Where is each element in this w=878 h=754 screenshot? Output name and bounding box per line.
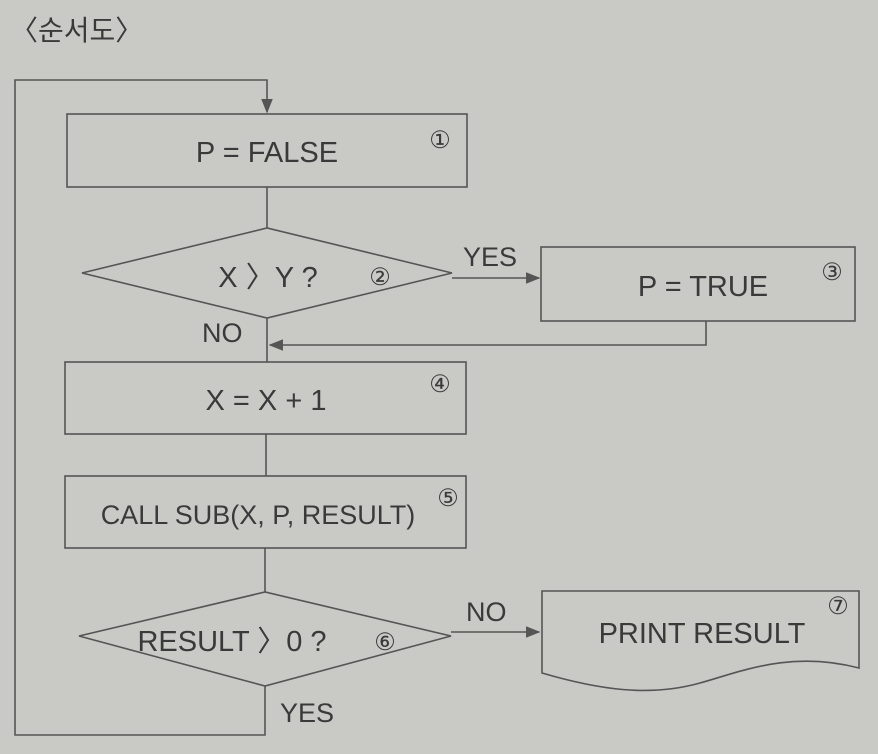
step-number: ⑥ bbox=[374, 629, 396, 656]
edge-label-no: NO bbox=[466, 597, 507, 627]
step-number: ⑤ bbox=[437, 485, 459, 512]
decision-x-gt-y: X 〉Y ? ② bbox=[81, 227, 453, 319]
edge-label-no: NO bbox=[202, 318, 243, 348]
flowchart-canvas: 〈순서도〉 P = FALSE ① X 〉Y ? ② P = TRUE ③ X … bbox=[10, 15, 860, 736]
step-number: ② bbox=[369, 264, 391, 291]
step-number: ③ bbox=[821, 259, 843, 286]
document-print-result: PRINT RESULT ⑦ bbox=[541, 590, 860, 692]
node-label: P = TRUE bbox=[638, 271, 768, 303]
node-label: CALL SUB(X, P, RESULT) bbox=[101, 500, 416, 530]
node-label: P = FALSE bbox=[196, 137, 338, 169]
node-label: RESULT 〉0 ? bbox=[137, 626, 326, 658]
process-call-sub: CALL SUB(X, P, RESULT) ⑤ bbox=[64, 475, 467, 549]
flowchart: 〈순서도〉 P = FALSE ① X 〉Y ? ② P = TRUE ③ X … bbox=[0, 0, 878, 754]
edge-label-yes: YES bbox=[280, 698, 334, 728]
process-p-true: P = TRUE ③ bbox=[540, 246, 856, 322]
node-label: PRINT RESULT bbox=[599, 618, 806, 650]
step-number: ④ bbox=[429, 371, 451, 398]
process-increment-x: X = X + 1 ④ bbox=[64, 361, 467, 435]
decision-result-gt-0: RESULT 〉0 ? ⑥ bbox=[78, 591, 452, 687]
edge-label-yes: YES bbox=[463, 242, 517, 272]
process-p-false: P = FALSE ① bbox=[66, 113, 468, 188]
step-number: ⑦ bbox=[827, 593, 849, 620]
node-label: X = X + 1 bbox=[206, 385, 327, 417]
edge-3-merge bbox=[268, 321, 707, 351]
step-number: ① bbox=[429, 127, 451, 154]
node-label: X 〉Y ? bbox=[218, 262, 317, 294]
chart-title: 〈순서도〉 bbox=[10, 15, 143, 46]
